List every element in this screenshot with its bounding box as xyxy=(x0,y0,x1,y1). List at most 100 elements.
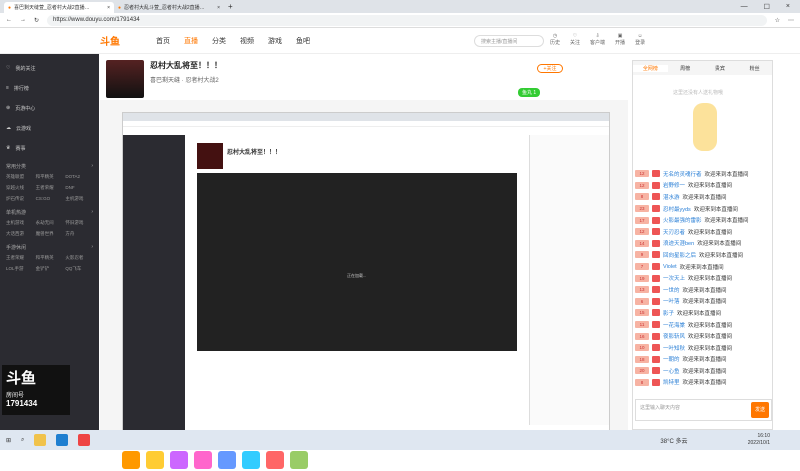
category-link[interactable]: 金铲铲 xyxy=(36,266,64,272)
video-player[interactable]: 忍村大乱将至！！！ 正在加载... xyxy=(122,112,610,449)
edge-icon[interactable] xyxy=(56,434,69,446)
category-link[interactable]: 炉石传说 xyxy=(6,196,34,202)
category-link[interactable]: 魔兽世界 xyxy=(36,231,64,237)
nav-live[interactable]: 直播 xyxy=(184,36,198,46)
score-badge[interactable]: 鱼丸 1 xyxy=(518,88,541,97)
star-icon[interactable]: ☆ xyxy=(775,17,780,24)
gift-item[interactable] xyxy=(170,451,188,469)
windows-start-icon[interactable]: ⊞ xyxy=(6,437,11,444)
chat-username[interactable]: 一叶落 xyxy=(663,297,680,305)
chat-username[interactable]: 浪迹天涯ben xyxy=(663,239,694,247)
chat-username[interactable]: 一叶知秋 xyxy=(663,344,685,352)
anchor-avatar[interactable] xyxy=(106,60,144,98)
file-explorer-icon[interactable] xyxy=(34,434,47,446)
menu-icon[interactable]: ⋯ xyxy=(788,17,794,24)
sidebar-item-webgame[interactable]: ⊕ 页游中心 xyxy=(0,98,99,118)
search-input[interactable]: 搜索主播/直播间 xyxy=(474,35,544,47)
category-link[interactable]: 和平精英 xyxy=(36,174,64,180)
gift-item[interactable] xyxy=(146,451,164,469)
chat-username[interactable]: 无名的灵魂行者 xyxy=(663,170,702,178)
category-link[interactable]: CS:GO xyxy=(36,196,64,202)
chat-username[interactable]: 影子 xyxy=(663,309,674,317)
maximize-button[interactable]: ☐ xyxy=(764,3,770,11)
client-button[interactable]: ⇩ 客户端 xyxy=(590,33,605,46)
gift-item[interactable] xyxy=(122,451,140,469)
new-tab-button[interactable]: + xyxy=(228,2,233,11)
category-link[interactable]: 主机游戏 xyxy=(6,220,34,226)
nav-category[interactable]: 分类 xyxy=(212,36,226,46)
browser-tab-1[interactable]: ● 喜巴剩天缝萱_忍者村大战2直播… × xyxy=(4,2,114,13)
category-link[interactable]: 大话西游 xyxy=(6,231,34,237)
gift-item[interactable] xyxy=(218,451,236,469)
category-link[interactable]: DNF xyxy=(65,185,93,191)
chat-username[interactable]: 凯特里 xyxy=(663,378,680,386)
chat-username[interactable]: 湛水游 xyxy=(663,193,680,201)
category-link[interactable]: 王者荣耀 xyxy=(36,185,64,191)
minimize-button[interactable]: — xyxy=(741,3,748,11)
chat-username[interactable]: 回向星影之后 xyxy=(663,251,696,259)
chat-username[interactable]: 天刃忍者 xyxy=(663,228,685,236)
chat-username[interactable]: 一朝的 xyxy=(663,355,680,363)
chat-username[interactable]: 夜影斩风 xyxy=(663,332,685,340)
category-link[interactable]: 主机游戏 xyxy=(65,196,93,202)
gift-item[interactable] xyxy=(266,451,284,469)
gift-item[interactable] xyxy=(242,451,260,469)
app-icon[interactable] xyxy=(78,434,91,446)
search-icon[interactable]: ⌕ xyxy=(21,437,24,444)
category-link[interactable]: 英雄联盟 xyxy=(6,174,34,180)
tab-week-rank[interactable]: 周榜 xyxy=(668,65,703,72)
chevron-right-icon[interactable]: › xyxy=(91,244,93,251)
nav-game[interactable]: 游戏 xyxy=(268,36,282,46)
gift-item[interactable] xyxy=(194,451,212,469)
tab-all-rank[interactable]: 全网榜 xyxy=(633,64,668,72)
broadcast-button[interactable]: ▣ 开播 xyxy=(615,33,625,46)
chevron-right-icon[interactable]: › xyxy=(91,209,93,216)
category-link[interactable]: 王者荣耀 xyxy=(6,255,34,261)
send-button[interactable]: 发送 xyxy=(751,402,769,418)
sidebar-item-cloudgame[interactable]: ☁ 云游戏 xyxy=(0,118,99,138)
chat-username[interactable]: 岩野修一 xyxy=(663,181,685,189)
category-link[interactable]: 火影忍者 xyxy=(65,255,93,261)
chat-username[interactable]: 火影最强的雷影 xyxy=(663,216,702,224)
chat-username[interactable]: 一世的 xyxy=(663,286,680,294)
anchor-name[interactable]: 喜巴剩天缝 xyxy=(150,78,180,84)
chat-username[interactable]: 一次天上 xyxy=(663,274,685,282)
browser-tab-2[interactable]: ● 忍者村大乱斗萱_忍者村大战2直播… × xyxy=(114,2,224,13)
clock[interactable]: 16:10 2022/10/1 xyxy=(748,433,770,447)
chevron-right-icon[interactable]: › xyxy=(91,163,93,170)
category-link[interactable]: 方舟 xyxy=(65,231,93,237)
nav-home[interactable]: 首页 xyxy=(156,36,170,46)
chat-username[interactable]: Violet xyxy=(663,264,677,270)
history-button[interactable]: ◷ 历史 xyxy=(550,33,560,46)
close-icon[interactable]: × xyxy=(107,5,110,11)
sidebar-item-follow[interactable]: ♡ 我的关注 xyxy=(0,58,99,78)
room-category[interactable]: 忍者村大战2 xyxy=(185,78,218,84)
window-close-button[interactable]: × xyxy=(786,3,790,11)
category-link[interactable]: 永劫无间 xyxy=(36,220,64,226)
chat-username[interactable]: 一心鱼 xyxy=(663,367,680,375)
chat-username[interactable]: 一花海棠 xyxy=(663,321,685,329)
category-link[interactable]: 和平精英 xyxy=(36,255,64,261)
forward-icon[interactable]: → xyxy=(20,17,26,23)
follow-button[interactable]: +关注 xyxy=(537,64,563,73)
gift-item[interactable] xyxy=(290,451,308,469)
douyu-logo[interactable]: 斗鱼 xyxy=(100,33,140,48)
sidebar-item-rank[interactable]: ≡ 排行榜 xyxy=(0,78,99,98)
category-link[interactable]: LOL手游 xyxy=(6,266,34,272)
category-link[interactable]: QQ飞车 xyxy=(65,266,93,272)
chat-username[interactable]: 忍村最yyds xyxy=(663,205,691,213)
refresh-icon[interactable]: ↻ xyxy=(34,17,39,24)
follow-list-button[interactable]: ♡ 关注 xyxy=(570,33,580,46)
category-link[interactable]: DOTA2 xyxy=(65,174,93,180)
category-link[interactable]: 穿越火线 xyxy=(6,185,34,191)
tab-vip[interactable]: 贵宾 xyxy=(703,65,738,72)
close-icon[interactable]: × xyxy=(217,5,220,11)
sidebar-item-match[interactable]: ♛ 赛事 xyxy=(0,138,99,158)
tab-fans[interactable]: 粉丝 xyxy=(737,65,772,72)
nav-yuba[interactable]: 鱼吧 xyxy=(296,36,310,46)
category-link[interactable]: 怀旧游戏 xyxy=(65,220,93,226)
nav-video[interactable]: 视频 xyxy=(240,36,254,46)
chat-input[interactable]: 这里输入聊天内容 发送 xyxy=(635,399,772,421)
url-field[interactable]: https://www.douyu.com/1791434 xyxy=(47,14,767,26)
login-button[interactable]: ☺ 登录 xyxy=(635,33,645,46)
